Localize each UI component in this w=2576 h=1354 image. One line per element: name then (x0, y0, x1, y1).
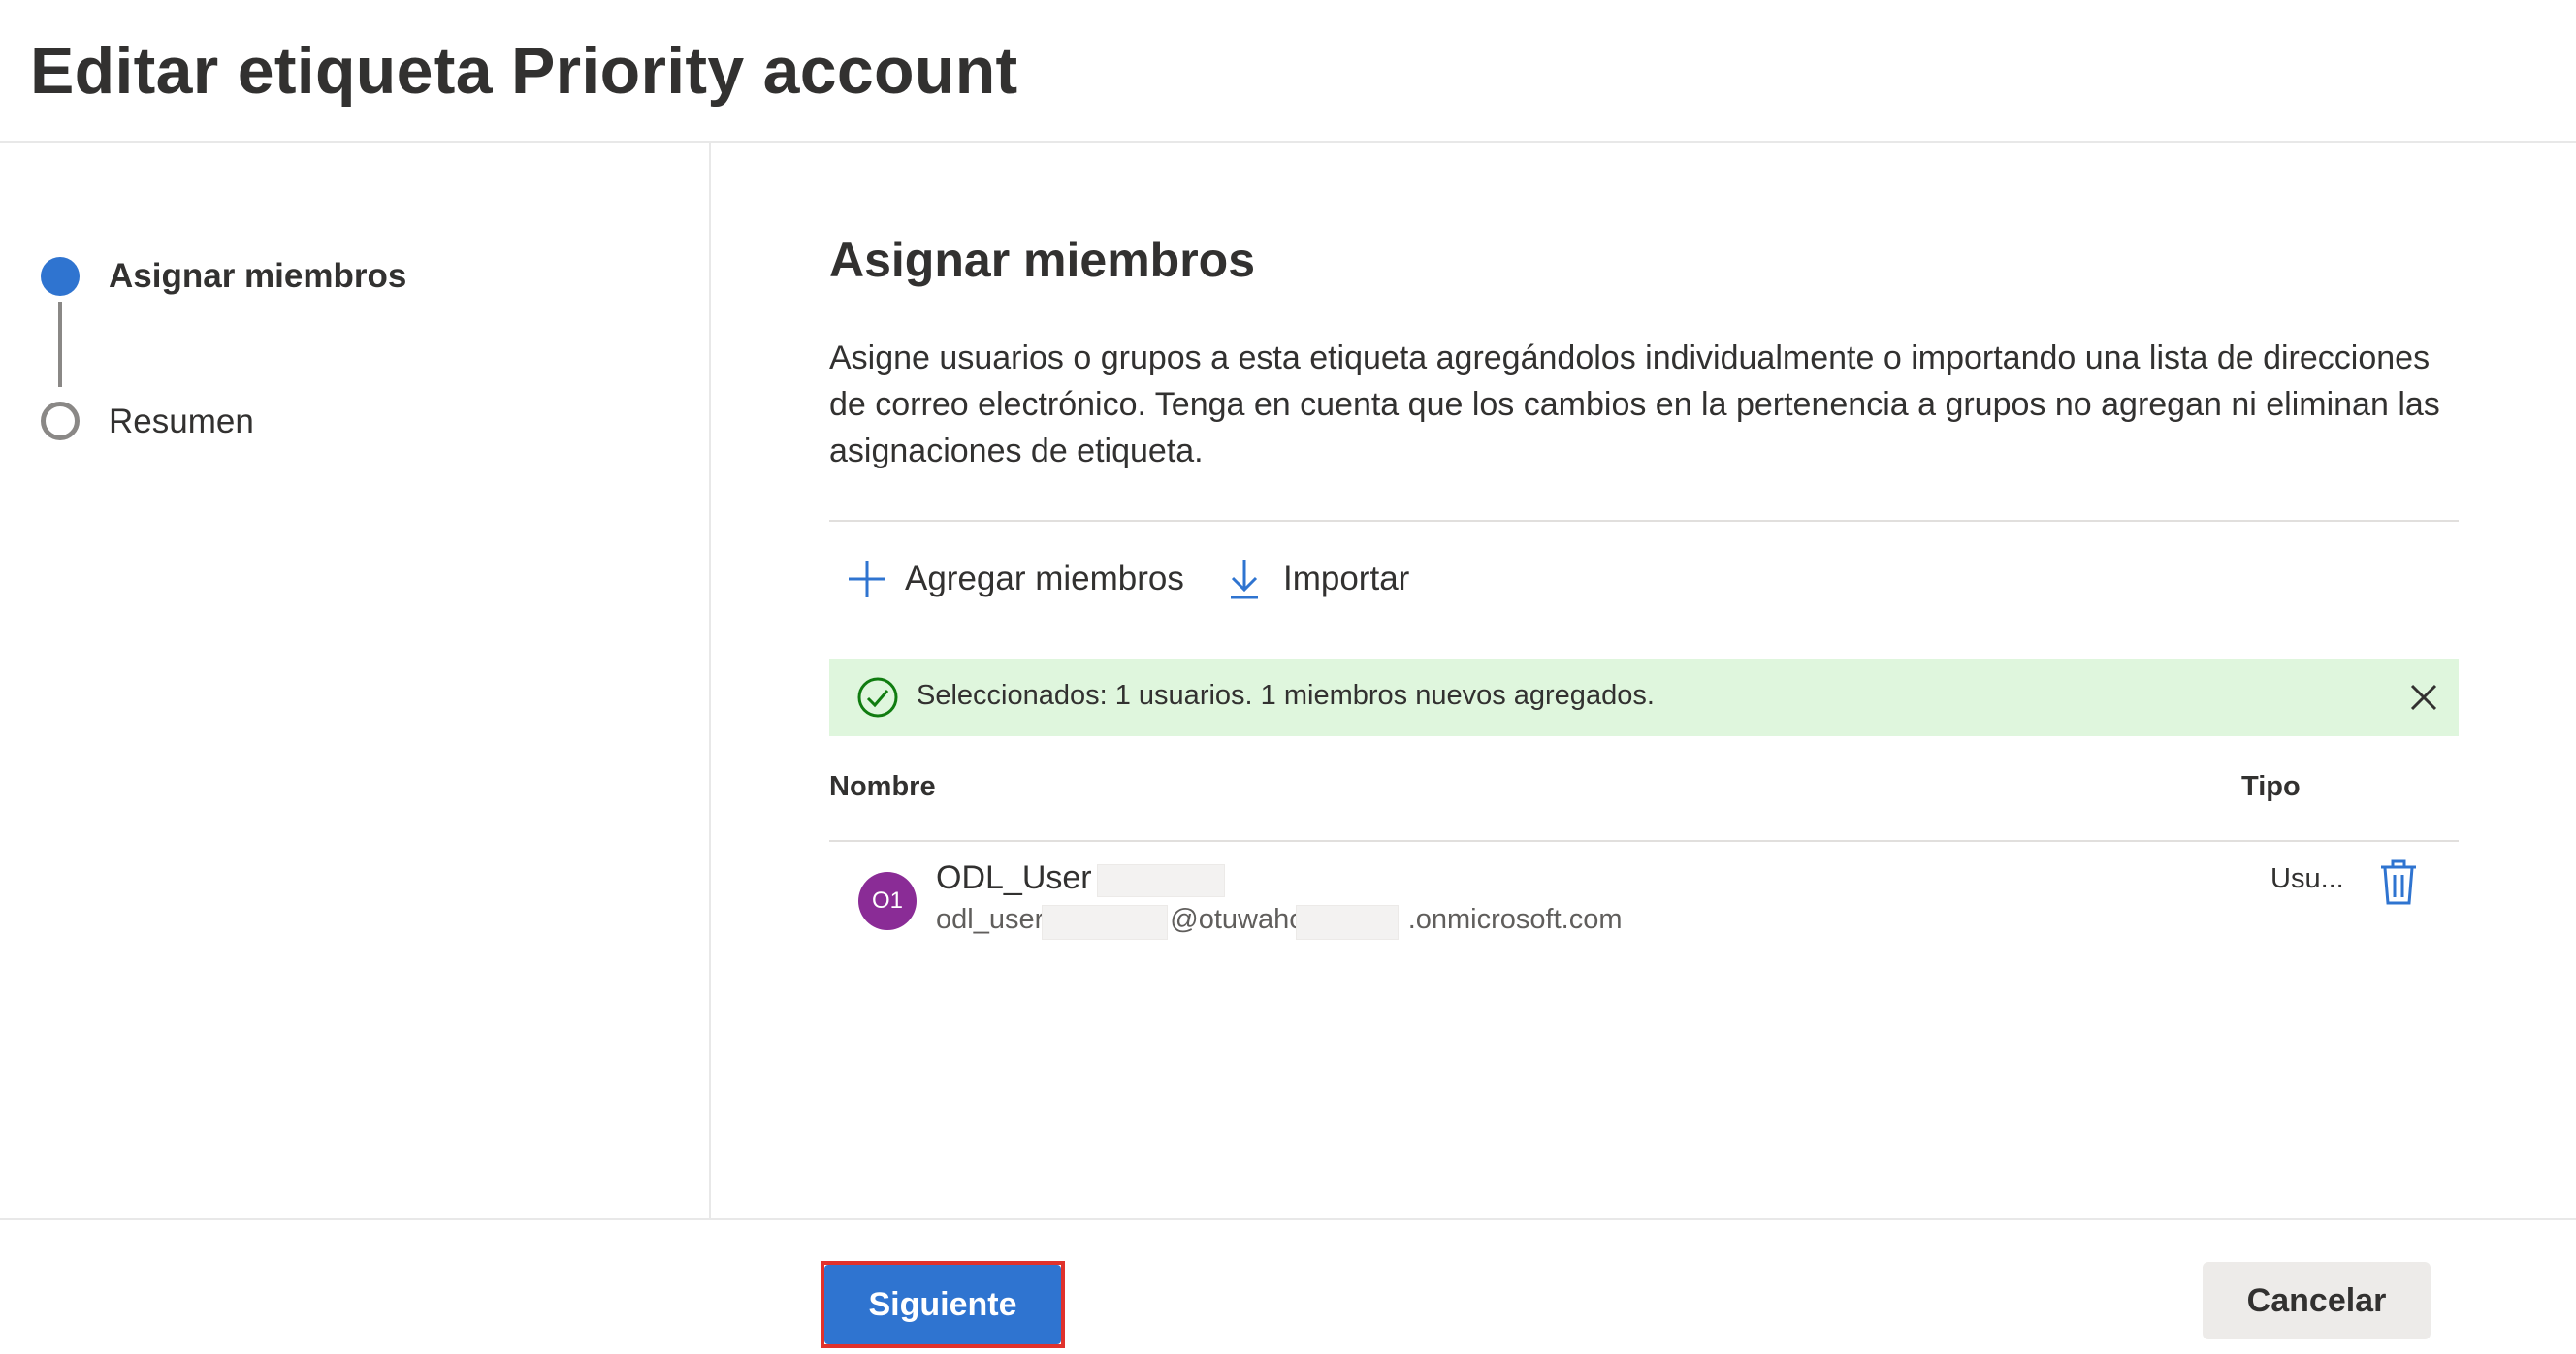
redacted-name-suffix (1097, 864, 1225, 897)
section-title: Asignar miembros (829, 233, 1256, 287)
add-members-button[interactable]: Agregar miembros (847, 550, 1184, 608)
add-members-label: Agregar miembros (905, 560, 1184, 597)
next-button[interactable]: Siguiente (824, 1265, 1061, 1344)
step-active-indicator (41, 257, 80, 296)
download-arrow-icon (1231, 560, 1258, 599)
email-domain-end: .onmicrosoft.com (1407, 904, 1623, 935)
page-title: Editar etiqueta Priority account (30, 34, 1018, 108)
import-button[interactable]: Importar (1227, 550, 1409, 608)
plus-icon (849, 561, 886, 597)
step-pending-indicator (41, 402, 80, 440)
banner-message: Seleccionados: 1 usuarios. 1 miembros nu… (917, 680, 1655, 711)
column-header-name[interactable]: Nombre (829, 771, 936, 803)
step-assign-members[interactable]: Asignar miembros (0, 247, 698, 306)
email-local-part: odl_user (936, 904, 1045, 935)
redacted-email-part (1296, 905, 1399, 940)
avatar: O1 (858, 872, 917, 930)
member-email: odl_user @otuwahc .onmicrosoft.com (936, 904, 1623, 936)
page-header: Editar etiqueta Priority account (0, 0, 2576, 143)
step-summary[interactable]: Resumen (0, 393, 698, 451)
email-domain-start: @otuwahc (1170, 904, 1304, 935)
trash-icon[interactable] (2375, 858, 2422, 907)
section-description: Asigne usuarios o grupos a esta etiqueta… (829, 339, 2440, 469)
cancel-button[interactable]: Cancelar (2203, 1262, 2431, 1339)
checkmark-circle-icon (857, 677, 898, 718)
redacted-email-part (1042, 905, 1168, 940)
divider (829, 520, 2459, 522)
import-label: Importar (1283, 560, 1410, 597)
wizard-steps-pane: Asignar miembros Resumen (0, 143, 711, 1219)
column-header-type[interactable]: Tipo (2241, 771, 2301, 803)
footer-actions: Siguiente Cancelar (0, 1218, 2576, 1354)
member-name: ODL_User (936, 859, 1092, 896)
close-icon[interactable] (2406, 680, 2441, 715)
member-type: Usu... (2270, 863, 2344, 894)
step-label: Resumen (109, 403, 254, 440)
table-header-divider (829, 840, 2459, 842)
step-connector (58, 302, 62, 387)
success-banner: Seleccionados: 1 usuarios. 1 miembros nu… (829, 659, 2459, 736)
step-label: Asignar miembros (109, 257, 407, 295)
